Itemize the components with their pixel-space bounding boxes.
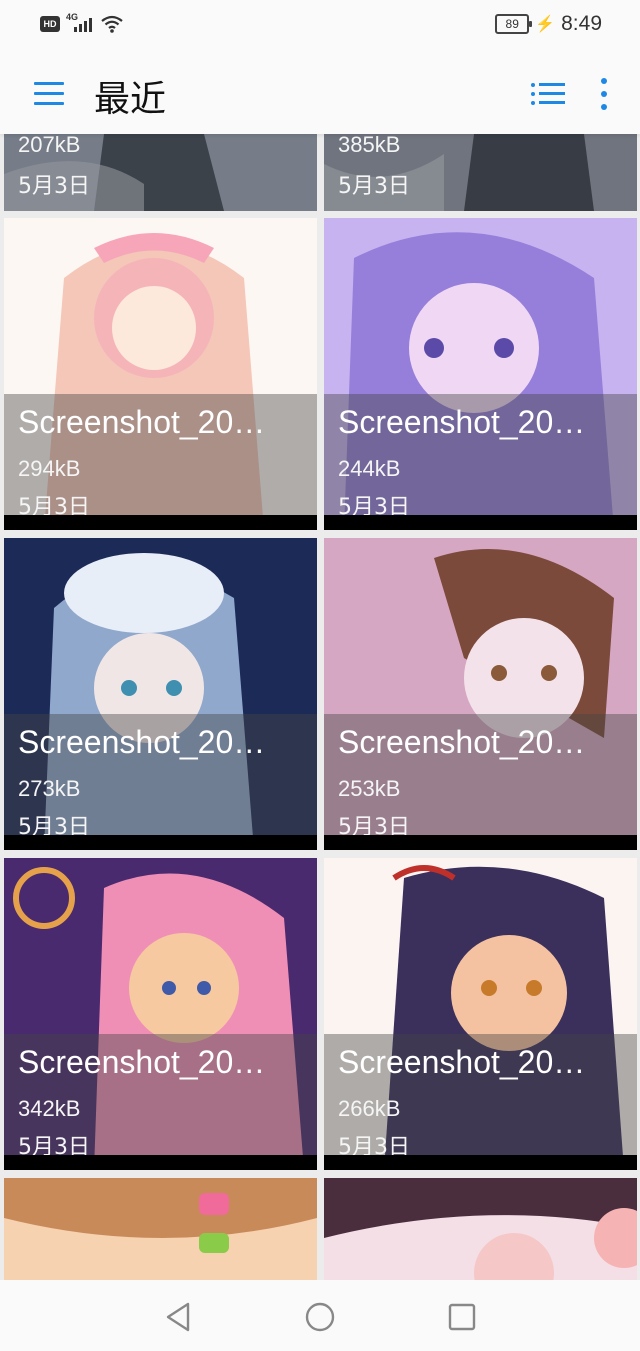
image-tile[interactable]: Screenshot_20… 273kB 5月3日 (4, 538, 317, 850)
image-tile[interactable] (4, 1178, 317, 1280)
more-options-icon[interactable] (594, 76, 614, 112)
back-button[interactable] (162, 1300, 196, 1334)
file-size: 294kB (18, 456, 81, 481)
file-name: Screenshot_20… (338, 404, 586, 440)
tile-strip (4, 1155, 317, 1170)
file-date: 5月3日 (338, 174, 410, 199)
file-date: 5月3日 (18, 174, 90, 199)
image-tile[interactable] (324, 1178, 637, 1280)
file-name: Screenshot_20… (338, 1044, 586, 1080)
charging-icon: ⚡ (535, 16, 556, 33)
file-name: Screenshot_20… (18, 1044, 266, 1080)
file-name: Screenshot_20… (18, 724, 266, 760)
file-size: 273kB (18, 776, 81, 801)
status-right: 89 ⚡ 8:49 (495, 12, 602, 36)
app-bar: 最近 (0, 54, 640, 134)
signal-icon: 4G (66, 12, 94, 34)
hd-label: HD (43, 19, 57, 29)
image-tile[interactable]: 385kB 5月3日 (324, 134, 637, 211)
status-bar: HD 4G 89 ⚡ 8:49 (0, 0, 640, 54)
file-size: 342kB (18, 1096, 81, 1121)
image-tile[interactable]: 207kB 5月3日 (4, 134, 317, 211)
circle-home-icon (305, 1302, 335, 1332)
page-title: 最近 (94, 79, 167, 120)
navigation-bar (0, 1280, 640, 1351)
menu-icon[interactable] (30, 78, 68, 110)
tile-strip (324, 515, 637, 530)
file-size: 244kB (338, 456, 401, 481)
home-button[interactable] (303, 1300, 337, 1334)
file-size: 385kB (338, 134, 401, 157)
triangle-back-icon (166, 1302, 190, 1332)
thumbnail (4, 1178, 317, 1280)
image-tile[interactable]: Screenshot_20… 294kB 5月3日 (4, 218, 317, 530)
hd-voice-icon: HD (40, 16, 60, 32)
tile-strip (4, 515, 317, 530)
file-size: 253kB (338, 776, 401, 801)
square-recents-icon (448, 1303, 476, 1331)
wifi-icon (100, 14, 124, 34)
signal-bars (74, 18, 92, 32)
thumbnail (324, 1178, 637, 1280)
tile-strip (324, 1155, 637, 1170)
file-name: Screenshot_20… (18, 404, 266, 440)
recents-button[interactable] (445, 1300, 479, 1334)
image-tile[interactable]: Screenshot_20… 266kB 5月3日 (324, 858, 637, 1170)
image-grid: 207kB 5月3日 385kB 5月3日 Screenshot_20… 294… (0, 134, 640, 1280)
file-name: Screenshot_20… (338, 724, 586, 760)
image-tile[interactable]: Screenshot_20… 342kB 5月3日 (4, 858, 317, 1170)
battery-icon: 89 (495, 14, 533, 34)
tile-strip (324, 835, 637, 850)
clock: 8:49 (561, 12, 602, 35)
image-tile[interactable]: Screenshot_20… 244kB 5月3日 (324, 218, 637, 530)
list-view-icon[interactable] (528, 78, 568, 110)
battery-level: 89 (505, 17, 519, 31)
image-tile[interactable]: Screenshot_20… 253kB 5月3日 (324, 538, 637, 850)
file-size: 266kB (338, 1096, 401, 1121)
file-size: 207kB (18, 134, 81, 157)
status-indicators: HD 4G (40, 12, 124, 34)
tile-strip (4, 835, 317, 850)
